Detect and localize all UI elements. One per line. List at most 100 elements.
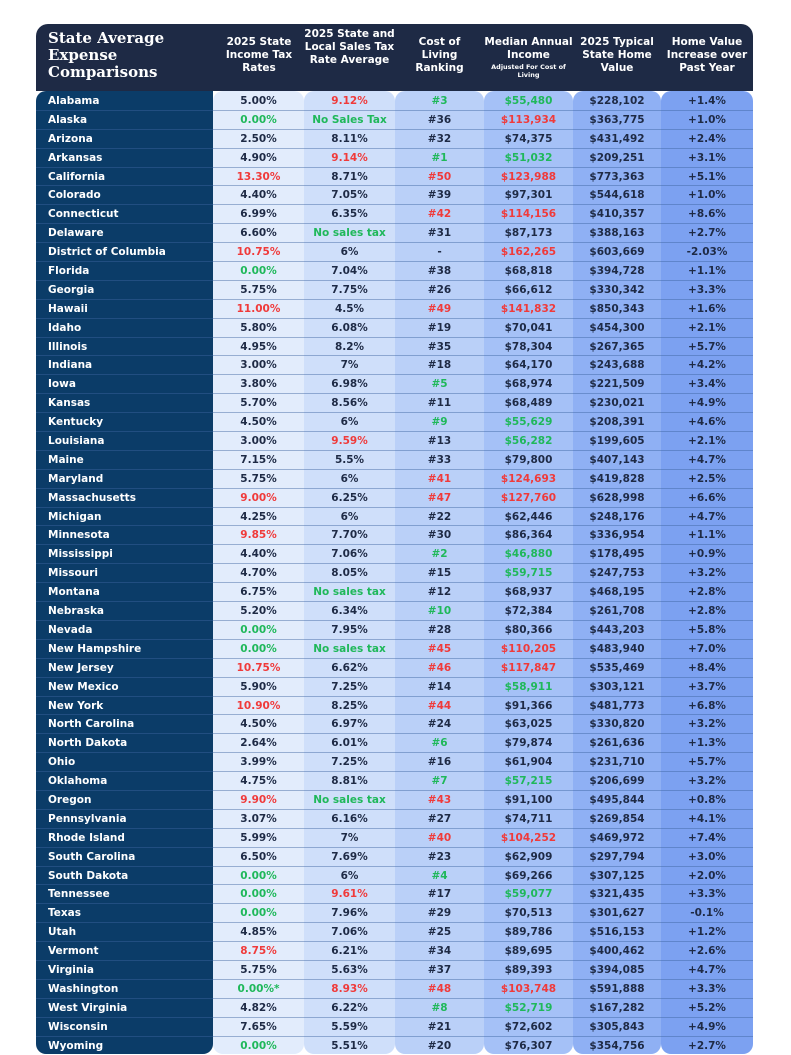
median-income: $55,480 (504, 95, 553, 107)
cost-of-living-rank: #10 (427, 605, 452, 618)
header-home-increase-label: Home Value Increase over Past Year (666, 36, 748, 74)
table-row: Maine 7.15% 5.5% #33 $79,800 $407,143 +4.7% (36, 451, 753, 470)
sales-tax-rate: 4.5% (334, 302, 365, 315)
sales-tax-rate: 9.59% (331, 435, 368, 448)
sales-tax-rate: 6% (340, 416, 359, 429)
median-income: $103,748 (500, 982, 557, 995)
home-value: $443,203 (589, 623, 645, 636)
median-income: $52,719 (504, 1001, 553, 1014)
sales-tax-rate: 6.97% (331, 718, 368, 731)
cost-of-living-rank: #41 (427, 472, 452, 485)
income-tax-rate: 4.50% (240, 416, 277, 429)
cost-of-living-rank: #18 (427, 359, 452, 372)
home-value: $230,021 (589, 397, 645, 410)
median-income: $68,818 (504, 265, 553, 278)
income-tax-rate: 5.75% (240, 472, 277, 485)
income-tax-rate: 7.65% (240, 1020, 277, 1033)
table-row: Oklahoma 4.75% 8.81% #7 $57,215 $206,699 +3.2% (36, 772, 753, 791)
median-income: $123,988 (500, 170, 557, 183)
sales-tax-rate: 6.25% (331, 491, 368, 504)
median-income: $113,934 (500, 113, 557, 126)
state-name: Kansas (48, 397, 91, 410)
home-value: $419,828 (589, 472, 645, 485)
cost-of-living-rank: #45 (427, 642, 452, 655)
income-tax-rate: 4.50% (240, 718, 277, 731)
header-median-income-sub: Adjusted For Cost of Living (491, 63, 566, 79)
median-income: $76,307 (504, 1039, 553, 1052)
table-row: Illinois 4.95% 8.2% #35 $78,304 $267,365 +5.7% (36, 338, 753, 357)
table-row: Iowa 3.80% 6.98% #5 $68,974 $221,509 +3.4% (36, 375, 753, 395)
sales-tax-rate: 7.96% (331, 907, 368, 920)
median-income: $55,629 (504, 416, 553, 429)
cost-of-living-rank: #12 (427, 586, 452, 599)
table-row: Arkansas 4.90% 9.14% #1 $51,032 $209,251 +3.1% (36, 149, 753, 168)
state-name: New Mexico (48, 680, 119, 693)
home-value: $773,363 (589, 170, 645, 183)
home-value: $336,954 (589, 529, 645, 542)
cost-of-living-rank: #5 (431, 378, 448, 391)
home-value: $248,176 (589, 510, 645, 523)
home-value-increase: +4.7% (688, 453, 726, 466)
cost-of-living-rank: #28 (427, 623, 452, 636)
home-value: $483,940 (589, 642, 645, 655)
home-value-increase: +2.0% (688, 869, 726, 882)
header-sales-tax-label: 2025 State and Local Sales Tax Rate Aver… (304, 28, 395, 66)
home-value: $394,728 (589, 265, 645, 278)
cost-of-living-rank: #11 (427, 397, 452, 410)
home-value: $307,125 (589, 869, 645, 882)
state-name: Texas (48, 907, 81, 920)
income-tax-rate: 5.20% (240, 605, 277, 618)
sales-tax-rate: 7.69% (331, 850, 368, 863)
median-income: $89,695 (504, 945, 553, 958)
home-value-increase: +1.0% (688, 189, 726, 202)
income-tax-rate: 9.85% (240, 529, 277, 542)
home-value-increase: +6.6% (688, 491, 726, 504)
home-value: $454,300 (589, 321, 645, 334)
home-value: $407,143 (589, 453, 645, 466)
home-value-increase: +5.8% (688, 623, 726, 636)
home-value-increase: +4.7% (688, 510, 726, 523)
median-income: $74,375 (504, 132, 553, 145)
home-value-increase: +2.1% (688, 435, 726, 448)
median-income: $66,612 (504, 283, 553, 296)
median-income: $91,366 (504, 699, 553, 712)
sales-tax-rate: 7.04% (331, 265, 368, 278)
header-home-value-label: 2025 Typical State Home Value (580, 36, 654, 74)
home-value: $330,820 (589, 718, 645, 731)
home-value: $228,102 (589, 95, 645, 107)
state-name: Georgia (48, 283, 95, 296)
home-value: $469,972 (589, 831, 645, 844)
cost-of-living-rank: #27 (427, 812, 452, 825)
state-name: Mississippi (48, 548, 113, 561)
home-value-increase: +1.2% (688, 926, 726, 939)
cost-of-living-rank: #32 (427, 132, 452, 145)
table-row: Pennsylvania 3.07% 6.16% #27 $74,711 $269,854… (36, 810, 753, 829)
income-tax-rate: 9.00% (240, 491, 277, 504)
header-income-tax-label: 2025 State Income Tax Rates (225, 36, 293, 74)
home-value: $231,710 (589, 756, 645, 769)
state-name: Maine (48, 453, 84, 466)
home-value: $261,636 (589, 737, 645, 750)
sales-tax-rate: No sales tax (313, 642, 386, 655)
table-row: Kentucky 4.50% 6% #9 $55,629 $208,391 +4.6% (36, 413, 753, 433)
cost-of-living-rank: #6 (431, 737, 448, 750)
sales-tax-rate: 8.25% (331, 699, 368, 712)
cost-of-living-rank: #30 (427, 529, 452, 542)
state-name: Iowa (48, 378, 76, 391)
home-value-increase: +3.2% (688, 718, 726, 731)
median-income: $68,937 (504, 586, 553, 599)
home-value-increase: +1.3% (688, 737, 726, 750)
home-value-increase: +3.1% (688, 151, 726, 164)
sales-tax-rate: 6.08% (331, 321, 368, 334)
median-income: $110,205 (500, 642, 557, 655)
median-income: $62,909 (504, 850, 553, 863)
home-value: $354,756 (589, 1039, 645, 1052)
sales-tax-rate: 7.25% (331, 680, 368, 693)
home-value-increase: +3.2% (688, 775, 726, 788)
income-tax-rate: 0.00% (240, 265, 277, 278)
median-income: $104,252 (500, 831, 557, 844)
sales-tax-rate: 5.5% (334, 453, 365, 466)
state-name: Nevada (48, 623, 93, 636)
cost-of-living-rank: #8 (431, 1001, 448, 1014)
table-row: Tennessee 0.00% 9.61% #17 $59,077 $321,435 +3.… (36, 885, 753, 905)
